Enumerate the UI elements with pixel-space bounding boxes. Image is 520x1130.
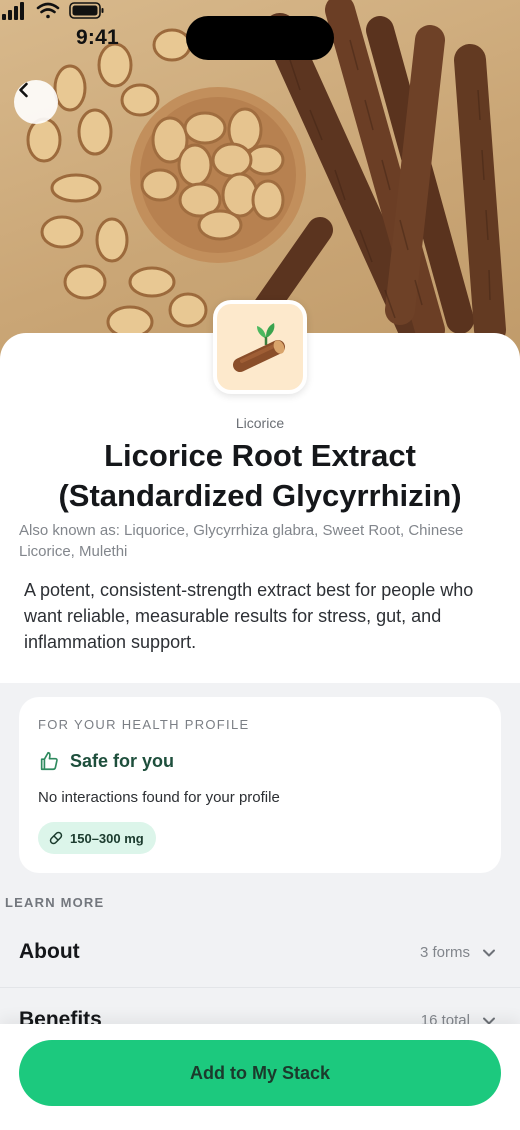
interactions-text: No interactions found for your profile (38, 789, 280, 806)
accordion-about-meta: 3 forms (419, 944, 470, 961)
bottom-action-bar: Add to My Stack (0, 1024, 520, 1130)
back-button[interactable] (14, 80, 58, 124)
accordion-about[interactable]: About 3 forms (0, 922, 520, 986)
safety-status-label: Safe for you (70, 750, 175, 771)
accordion-about-title: About (19, 940, 80, 963)
health-profile-card: FOR YOUR HEALTH PROFILE Safe for you No … (19, 697, 501, 873)
add-to-stack-button[interactable]: Add to My Stack (19, 1040, 501, 1106)
signal-icon (2, 2, 24, 20)
status-icons (2, 2, 104, 20)
learn-more-label: LEARN MORE (5, 895, 105, 910)
chevron-down-icon (483, 949, 495, 957)
dose-badge: 150–300 mg (38, 822, 156, 854)
status-bar: 9:41 (0, 0, 520, 76)
dose-label: 150–300 mg (70, 830, 144, 846)
health-profile-kicker: FOR YOUR HEALTH PROFILE (38, 717, 250, 732)
thumbs-up-icon (40, 751, 58, 771)
safety-status: Safe for you (38, 749, 174, 773)
pill-icon (49, 831, 63, 845)
also-known-as: Also known as: Liquorice, Glycyrrhiza gl… (19, 522, 464, 560)
status-time: 9:41 (76, 26, 119, 49)
accordion-divider (0, 987, 520, 988)
dynamic-island (186, 16, 334, 60)
wifi-icon (36, 2, 60, 19)
product-title: Licorice Root Extract (Standardized Glyc… (58, 438, 462, 513)
product-category: Licorice (235, 415, 285, 431)
licorice-root-icon (233, 323, 285, 372)
product-description: A potent, consistent-strength extract be… (24, 580, 474, 652)
battery-icon (69, 2, 104, 19)
product-icon (213, 300, 307, 394)
back-chevron-icon (19, 82, 28, 98)
